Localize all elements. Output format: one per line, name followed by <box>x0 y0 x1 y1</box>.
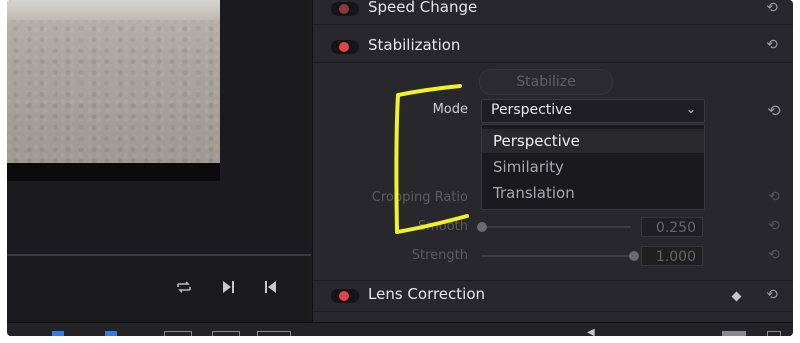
toolbar-blue-chip[interactable] <box>52 331 64 336</box>
speed-change-toggle[interactable] <box>331 2 359 16</box>
mode-option-translation[interactable]: Translation <box>482 181 704 205</box>
bottom-toolbar: ◀ <box>7 322 793 336</box>
reset-icon[interactable]: ⟲ <box>764 247 784 263</box>
strength-value-field[interactable]: 1.000 <box>641 246 703 266</box>
next-frame-icon <box>223 281 234 293</box>
toolbar-icon[interactable] <box>212 331 240 336</box>
video-top-strip <box>7 0 220 20</box>
speed-change-header[interactable]: Speed Change ⟲ <box>313 0 793 25</box>
stabilization-header[interactable]: Stabilization ⟲ <box>313 32 793 63</box>
smooth-slider-knob[interactable] <box>477 222 487 232</box>
reset-icon[interactable]: ⟲ <box>762 37 782 53</box>
video-letterbox <box>7 163 220 181</box>
mode-option-label: Similarity <box>493 158 564 176</box>
lens-correction-header[interactable]: Lens Correction ⟲ <box>313 280 793 312</box>
keyframe-diamond-icon[interactable] <box>731 291 742 302</box>
loop-icon <box>177 281 191 293</box>
chevron-down-icon: ⌄ <box>685 102 696 116</box>
loop-button[interactable] <box>173 276 195 298</box>
inspector-panel: Speed Change ⟲ Stabilization ⟲ Stabilize… <box>312 0 793 322</box>
lens-correction-title: Lens Correction <box>368 285 486 303</box>
reset-icon[interactable]: ⟲ <box>762 287 782 303</box>
smooth-slider-track[interactable] <box>481 226 631 228</box>
mode-select[interactable]: Perspective ⌄ <box>481 99 705 123</box>
speed-change-title: Speed Change <box>368 0 478 16</box>
reset-icon[interactable]: ⟲ <box>762 0 782 16</box>
reset-icon[interactable]: ⟲ <box>764 101 784 120</box>
stabilize-button[interactable]: Stabilize <box>479 69 613 95</box>
toolbar-icon[interactable] <box>767 331 781 336</box>
app-window: Speed Change ⟲ Stabilization ⟲ Stabilize… <box>7 0 793 336</box>
timeline-scrubber[interactable] <box>7 254 311 256</box>
stabilization-toggle[interactable] <box>331 40 359 54</box>
mode-dropdown: Perspective Similarity Translation <box>481 124 705 210</box>
video-viewer <box>7 0 311 322</box>
next-frame-button[interactable] <box>217 276 239 298</box>
reset-icon[interactable]: ⟲ <box>764 218 784 234</box>
lens-correction-toggle[interactable] <box>331 289 359 303</box>
speaker-icon[interactable]: ◀ <box>587 327 601 336</box>
reset-icon[interactable]: ⟲ <box>764 189 784 205</box>
toolbar-meter <box>722 331 746 336</box>
smooth-value-field[interactable]: 0.250 <box>641 217 703 237</box>
mode-label: Mode <box>432 102 468 117</box>
prev-frame-icon <box>265 281 276 293</box>
mode-option-label: Translation <box>493 184 575 202</box>
video-frame <box>7 0 220 163</box>
strength-slider-knob[interactable] <box>629 251 639 261</box>
strength-slider-track[interactable] <box>481 255 631 257</box>
mode-option-label: Perspective <box>493 132 580 150</box>
cropping-ratio-label: Cropping Ratio <box>371 190 468 205</box>
mode-select-value: Perspective <box>491 102 573 118</box>
toolbar-icon[interactable] <box>164 331 192 336</box>
strength-label: Strength <box>411 248 468 263</box>
toolbar-blue-chip[interactable] <box>105 331 117 336</box>
stabilization-title: Stabilization <box>368 36 461 54</box>
smooth-label: Smooth <box>417 219 468 234</box>
prev-frame-button[interactable] <box>260 276 282 298</box>
mode-option-similarity[interactable]: Similarity <box>482 155 704 179</box>
mode-option-perspective[interactable]: Perspective <box>482 129 704 153</box>
toolbar-icon[interactable] <box>257 331 291 336</box>
